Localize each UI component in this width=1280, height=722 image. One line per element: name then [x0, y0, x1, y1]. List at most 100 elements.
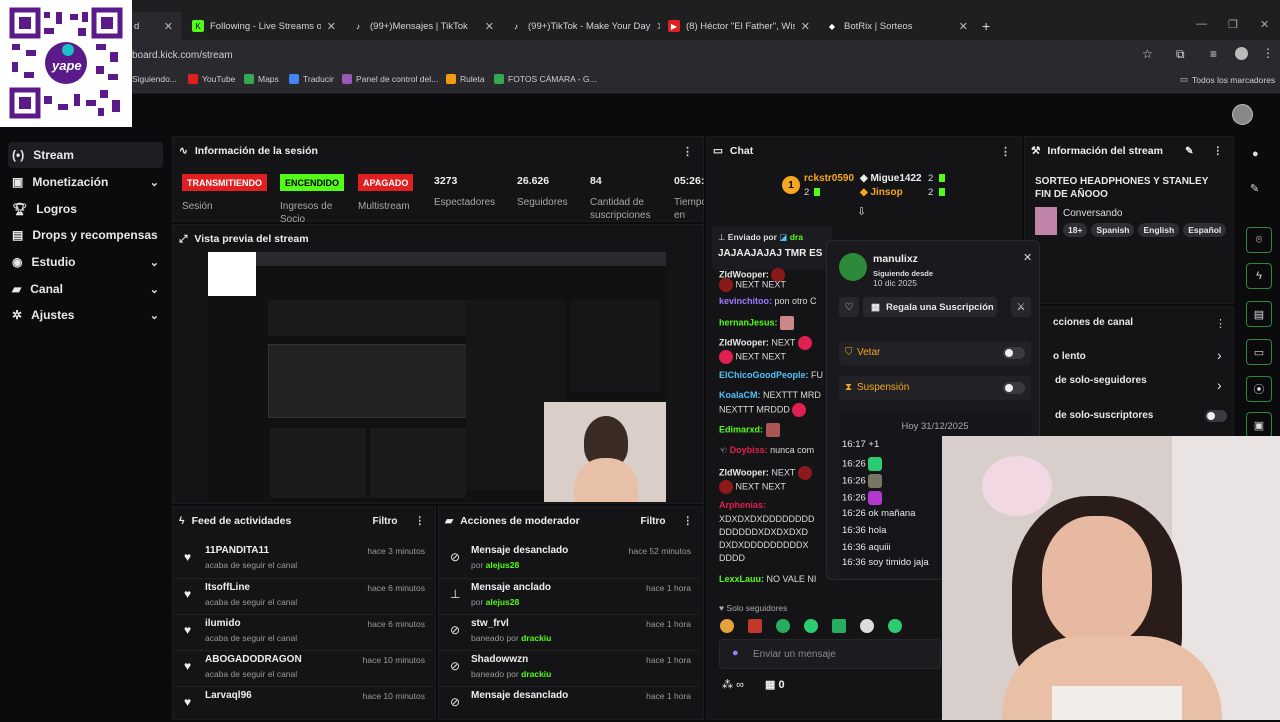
bookmark[interactable]: Panel de control del...: [342, 74, 438, 84]
vetar-toggle[interactable]: [1003, 347, 1025, 359]
mod-sword-button[interactable]: ⚔: [1011, 297, 1031, 317]
extensions-icon[interactable]: ⧉: [1176, 47, 1185, 62]
tag[interactable]: English: [1138, 223, 1180, 237]
more-icon[interactable]: ⋮: [682, 145, 693, 158]
broadcast-icon[interactable]: ⦿: [1246, 376, 1272, 402]
follow-heart-button[interactable]: ♡: [839, 297, 859, 317]
more-icon[interactable]: ⋮: [415, 515, 426, 527]
more-icon[interactable]: ⋮: [683, 515, 694, 527]
list-item: ⊘ Mensaje desanclado por alejus28 hace 5…: [450, 545, 691, 570]
emote-icon: [719, 350, 733, 364]
sidebar-item-stream[interactable]: (•) Stream: [8, 142, 163, 168]
bookmark[interactable]: FOTOS CÁMARA - G...: [494, 74, 597, 84]
slow-mode-item[interactable]: o lento: [1053, 351, 1086, 362]
gift-subscription-button[interactable]: ▦ Regala una Suscripción: [863, 297, 997, 317]
vetar-row[interactable]: ⛉ Vetar: [839, 341, 1031, 365]
emote-icon[interactable]: [776, 619, 790, 633]
list-item: ♥ 11PANDITA11 acaba de seguir el canal h…: [184, 545, 425, 570]
bookmark[interactable]: Ruleta: [446, 74, 485, 84]
camera-icon[interactable]: ⌾: [1246, 227, 1272, 253]
heart-icon: ♥: [184, 623, 192, 637]
suspension-row[interactable]: ⧗ Suspensión: [839, 376, 1031, 400]
new-tab-button[interactable]: +: [982, 18, 990, 34]
profile-avatar[interactable]: [1235, 47, 1248, 60]
close-icon[interactable]: ✕: [1023, 251, 1032, 264]
browser-tab[interactable]: ♪ (99+)Mensajes | TikTok ✕: [344, 12, 502, 40]
chat-bubble-icon[interactable]: ▭: [1246, 339, 1272, 365]
subscribers-toggle[interactable]: [1205, 410, 1227, 422]
emote-icon[interactable]: [748, 619, 762, 633]
list-item: ♥ Larvaql96 hace 10 minutos: [173, 686, 433, 722]
viewer-users-icon[interactable]: ⁂ ∞: [722, 678, 744, 691]
close-icon[interactable]: ✕: [164, 20, 173, 33]
edit-icon[interactable]: ✎: [1185, 146, 1193, 157]
sidebar-item-canal[interactable]: ▰ Canal ⌄: [8, 276, 163, 302]
sidebar-item-drops[interactable]: ▤ Drops y recompensas: [8, 222, 163, 248]
star-icon[interactable]: ☆: [1142, 47, 1153, 61]
browser-tab[interactable]: K Following - Live Streams on Kick✕: [184, 12, 344, 40]
edit-icon[interactable]: ✎: [1250, 182, 1259, 195]
filter-button[interactable]: Filtro: [641, 516, 666, 527]
bolt-icon[interactable]: ϟ: [1246, 263, 1272, 289]
tag[interactable]: Español: [1183, 223, 1227, 237]
close-window-icon[interactable]: ✕: [1260, 18, 1269, 31]
close-icon[interactable]: ✕: [327, 20, 336, 33]
browser-tab[interactable]: ◆ BotRix | Sorteos ✕: [818, 12, 976, 40]
subscribers-mode-item[interactable]: de solo-suscriptores: [1055, 410, 1153, 421]
more-icon[interactable]: ⋮: [1000, 145, 1011, 158]
emote-icon: [792, 403, 807, 417]
webcam-overlay: [942, 436, 1280, 720]
media-icon[interactable]: ≡: [1210, 47, 1217, 61]
notes-icon[interactable]: ▤: [1246, 301, 1272, 327]
list-item: ⊘ Shadowwzn baneado por drackiu hace 1 h…: [439, 650, 699, 686]
tag[interactable]: Spanish: [1091, 223, 1135, 237]
bookmark[interactable]: Traducir: [289, 74, 334, 84]
leader-count: 2: [804, 187, 810, 198]
emote-icon[interactable]: [832, 619, 846, 633]
webcam-top: [1052, 686, 1182, 720]
chevron-right-icon[interactable]: ›: [1217, 347, 1222, 363]
restore-icon[interactable]: ❐: [1228, 18, 1238, 31]
suspension-toggle[interactable]: [1003, 382, 1025, 394]
info-icon[interactable]: ●: [1252, 148, 1259, 160]
sidebar-item-ajustes[interactable]: ✲ Ajustes ⌄: [8, 302, 163, 328]
mic-icon[interactable]: ●: [732, 647, 739, 659]
history-line: 16:36 aquiii: [842, 542, 891, 553]
sidebar-item-logros[interactable]: 🏆︎ Logros: [8, 196, 163, 222]
sidebar-item-estudio[interactable]: ◉ Estudio ⌄: [8, 249, 163, 275]
url-field[interactable]: board.kick.com/stream: [132, 50, 233, 61]
all-bookmarks[interactable]: ▭ Todos los marcadores: [1180, 74, 1275, 85]
tag[interactable]: 18+: [1063, 223, 1088, 237]
user-avatar[interactable]: [1232, 104, 1253, 125]
preview-video[interactable]: [208, 252, 666, 502]
emote-icon[interactable]: [720, 619, 734, 633]
emote-icon[interactable]: [804, 619, 818, 633]
browser-tab-active[interactable]: d ✕: [126, 12, 181, 40]
close-icon[interactable]: ✕: [801, 20, 810, 33]
emote-icon[interactable]: [888, 619, 902, 633]
chevron-right-icon[interactable]: ›: [1217, 377, 1222, 393]
close-icon[interactable]: ✕: [485, 20, 494, 33]
stat-label: Sesión: [182, 201, 213, 212]
menu-icon[interactable]: ⋮: [1262, 46, 1274, 60]
more-icon[interactable]: ⋮: [1213, 145, 1224, 157]
pinned-message[interactable]: ⊥ Enviado por ◪ dra JAJAAJAJAJ TMR ES: [712, 226, 832, 270]
bookmark[interactable]: YouTube: [188, 74, 235, 84]
close-icon[interactable]: ✕: [959, 20, 968, 33]
minimize-icon[interactable]: —: [1196, 18, 1207, 30]
emote-icon[interactable]: [860, 619, 874, 633]
browser-tab[interactable]: ▶ (8) Héctor "El Father", Wisin &✕: [660, 12, 818, 40]
filter-button[interactable]: Filtro: [373, 516, 398, 527]
browser-tab[interactable]: ♪ (99+)TikTok - Make Your Day✕: [502, 12, 660, 40]
store-button[interactable]: ▦ 0: [765, 678, 785, 691]
trophy-icon: 🏆︎: [12, 202, 28, 216]
tiktok-icon: ♪: [514, 21, 518, 31]
followers-mode-item[interactable]: de solo-seguidores: [1055, 375, 1147, 386]
more-icon[interactable]: ⋮: [1215, 317, 1226, 330]
bookmark[interactable]: Siguiendo...: [132, 74, 177, 84]
clip-icon[interactable]: ▣: [1246, 412, 1272, 438]
bookmark[interactable]: Maps: [244, 74, 279, 84]
collapse-icon[interactable]: ⇩: [857, 205, 866, 218]
chat-input[interactable]: ● Enviar un mensaje: [719, 639, 941, 669]
sidebar-item-monetizacion[interactable]: ▣ Monetización ⌄: [8, 169, 163, 195]
